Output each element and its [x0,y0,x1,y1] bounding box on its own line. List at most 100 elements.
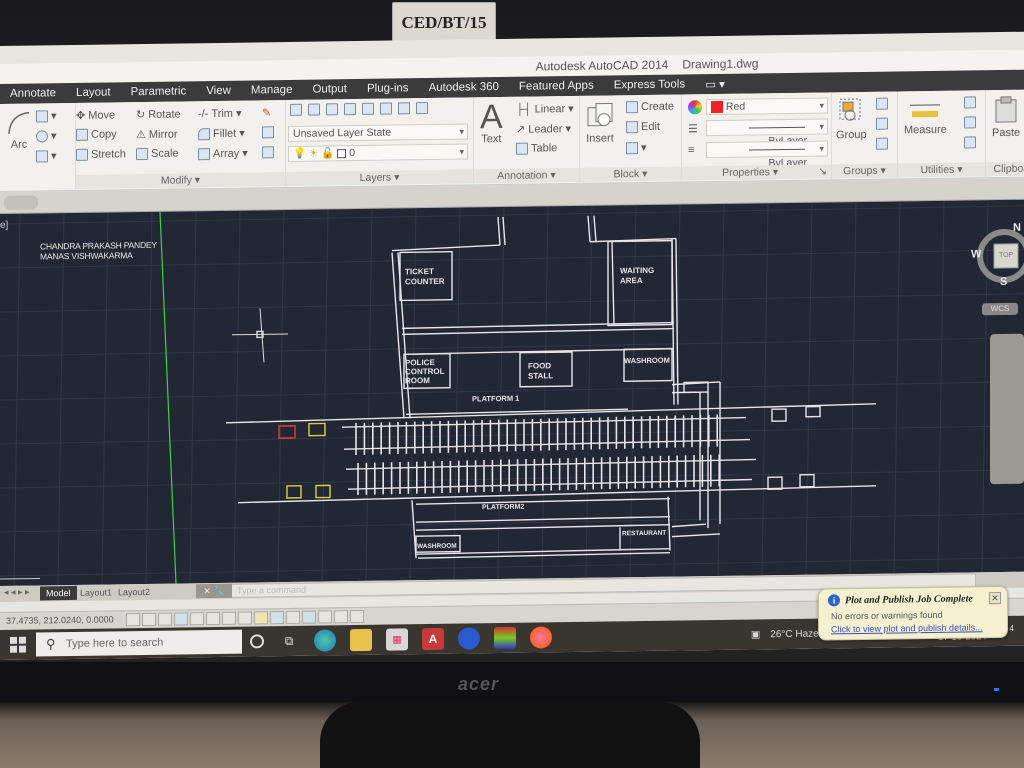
windows-start-button[interactable] [10,636,26,653]
microsoft-store-icon[interactable]: ▦ [386,628,408,651]
block-attributes-button[interactable]: ▾ [626,141,647,154]
tab-parametric[interactable]: Parametric [121,85,197,98]
ducs-toggle[interactable] [254,611,268,625]
trim-button[interactable]: -/- Trim ▾ [198,107,242,121]
file-explorer-icon[interactable] [350,628,372,652]
osnap-toggle[interactable] [206,611,220,626]
otrack-toggle[interactable] [238,611,252,625]
fillet-button[interactable]: Fillet ▾ [198,127,245,141]
winrar-icon[interactable] [494,626,516,650]
compass-north[interactable]: N [1013,222,1021,234]
rectangle-button[interactable]: ▾ [36,109,57,122]
weather-label[interactable]: 26°C Haze [770,628,818,640]
explode-button[interactable] [262,126,274,139]
snap-toggle[interactable] [142,612,156,627]
boundary-button[interactable]: ▾ [36,149,57,162]
quick-properties-toggle[interactable] [318,610,332,624]
utilities-panel-title[interactable]: Utilities ▾ [898,162,985,178]
layers-panel-title[interactable]: Layers ▾ [286,169,473,187]
layer-off-icon[interactable] [380,102,392,115]
groups-panel-title[interactable]: Groups ▾ [832,163,897,179]
erase-button[interactable]: ✎ [262,106,271,119]
compass-south[interactable]: S [1000,276,1007,288]
layer-previous-icon[interactable] [326,103,338,116]
measure-button[interactable]: Measure [904,99,947,136]
plot-publish-notification[interactable]: i Plot and Publish Job Complete ✕ No err… [818,585,1008,641]
viewport-label[interactable]: e] [0,220,8,231]
annotation-panel-title[interactable]: Annotation ▾ [474,167,579,184]
linetype-dropdown[interactable]: ByLayer [706,140,828,169]
autocad-icon[interactable]: A [422,627,444,651]
cortana-icon[interactable] [250,634,264,649]
taskbar-search-box[interactable]: ⚲ Type here to search [36,629,242,657]
tab-express-tools[interactable]: Express Tools [604,78,695,91]
rotate-button[interactable]: ↻ Rotate [136,107,181,121]
navigation-bar[interactable] [990,333,1024,485]
viewcube-top-face[interactable]: TOP [999,252,1013,259]
layer-state-dropdown[interactable]: Unsaved Layer State [288,123,468,142]
tab-layout[interactable]: Layout [66,86,121,99]
polar-toggle[interactable] [190,612,204,626]
group-select-button[interactable] [876,137,888,150]
selection-cycling-toggle[interactable] [334,610,348,624]
notification-close-button[interactable]: ✕ [989,592,1001,605]
tab-view[interactable]: View [196,85,241,98]
layer-unisolate-icon[interactable] [416,102,428,115]
create-block-button[interactable]: Create [626,101,674,114]
layer-freeze-icon[interactable] [362,102,374,115]
tab-layout2[interactable]: Layout2 [112,585,156,600]
move-button[interactable]: ✥ Move [76,108,115,122]
tab-manage[interactable]: Manage [241,84,303,97]
notification-details-link[interactable]: Click to view plot and publish details..… [831,622,983,634]
command-line-controls[interactable]: ✕ 🔧 [196,583,232,599]
drawing-canvas[interactable]: TICKET COUNTER WAITING AREA POLICE CONTROL ROO… [0,199,1024,586]
offset-button[interactable] [262,146,274,159]
grid-toggle[interactable] [158,612,172,626]
lineweight-dropdown[interactable]: ByLayer [706,118,828,147]
tab-annotate[interactable]: Annotate [0,87,66,100]
wcs-menu[interactable]: WCS [982,302,1018,316]
insert-button[interactable]: Insert [586,101,614,145]
group-edit-button[interactable] [876,117,888,130]
ribbon-minimize-button[interactable]: ▭ ▾ [695,77,735,92]
weather-icon[interactable]: ▣ [751,629,760,640]
transparency-toggle[interactable] [302,610,316,624]
infer-constraints-toggle[interactable] [126,613,140,627]
arc-button[interactable]: Arc [6,110,32,151]
group-button[interactable]: Group [836,96,867,141]
linear-dimension-button[interactable]: ├┤ Linear ▾ [516,102,574,116]
edit-block-button[interactable]: Edit [626,121,660,134]
block-panel-title[interactable]: Block ▾ [580,166,681,182]
tab-autodesk-360[interactable]: Autodesk 360 [419,81,509,94]
select-all-button[interactable] [964,116,976,129]
layer-match-icon[interactable] [308,103,320,116]
tab-model[interactable]: Model [40,585,77,601]
dyn-toggle[interactable] [270,611,284,625]
ortho-toggle[interactable] [174,612,188,626]
paste-button[interactable]: Paste [992,96,1020,139]
document-tab[interactable] [4,195,38,210]
layer-isolate-icon[interactable] [344,103,356,116]
layer-dropdown[interactable]: 💡 ☀ 🔓 0 [288,143,468,162]
mirror-button[interactable]: ⚠ Mirror [136,128,178,141]
modify-panel-title[interactable]: Modify ▾ [76,172,285,189]
array-button[interactable]: Array ▾ [198,147,248,161]
tab-output[interactable]: Output [302,83,357,96]
tab-nav-arrows[interactable]: ◂ ◂ ▸ ▸ [4,587,30,598]
tab-featured-apps[interactable]: Featured Apps [509,80,604,93]
color-dropdown[interactable]: Red [706,97,828,116]
wrench-icon[interactable]: 🔧 [213,586,224,596]
compass-west[interactable]: W [971,248,981,260]
table-button[interactable]: Table [516,142,557,155]
text-button[interactable]: A Text [480,98,503,145]
clipboard-panel-title[interactable]: Clipboard [986,161,1024,177]
scale-button[interactable]: Scale [136,148,179,161]
3d-osnap-toggle[interactable] [222,611,236,625]
calculator-button[interactable] [964,136,976,149]
lineweight-toggle[interactable] [286,610,300,625]
quick-select-button[interactable] [964,96,976,109]
copy-button[interactable]: Copy [76,128,117,141]
stretch-button[interactable]: Stretch [76,148,126,161]
leader-button[interactable]: ↗ Leader ▾ [516,122,571,136]
layer-properties-icon[interactable] [290,103,302,116]
